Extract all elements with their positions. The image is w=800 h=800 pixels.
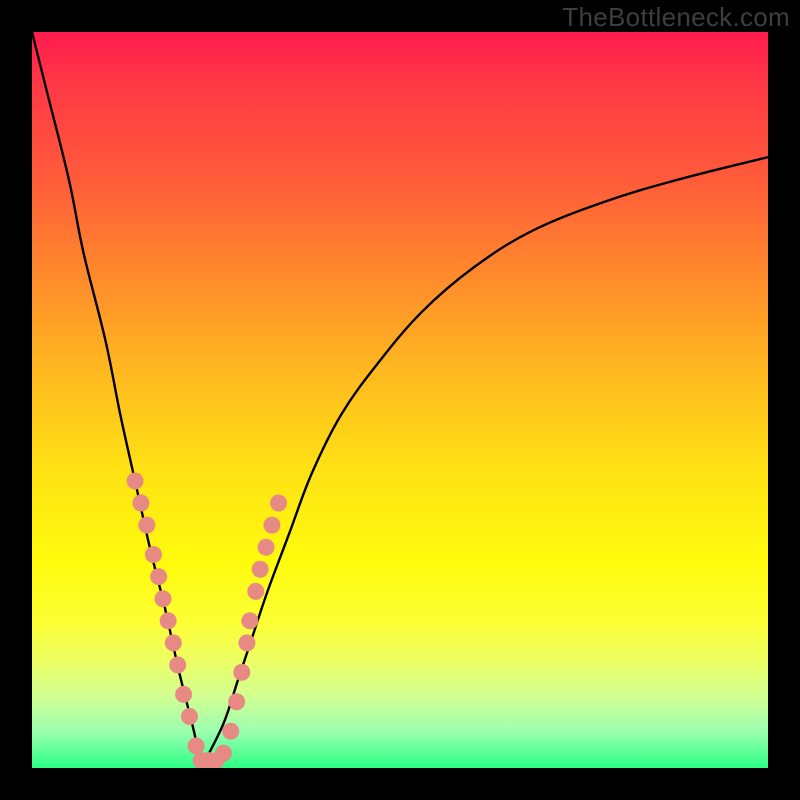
chart-frame: TheBottleneck.com — [0, 0, 800, 800]
watermark-text: TheBottleneck.com — [562, 2, 790, 33]
chart-plot-area — [32, 32, 768, 768]
